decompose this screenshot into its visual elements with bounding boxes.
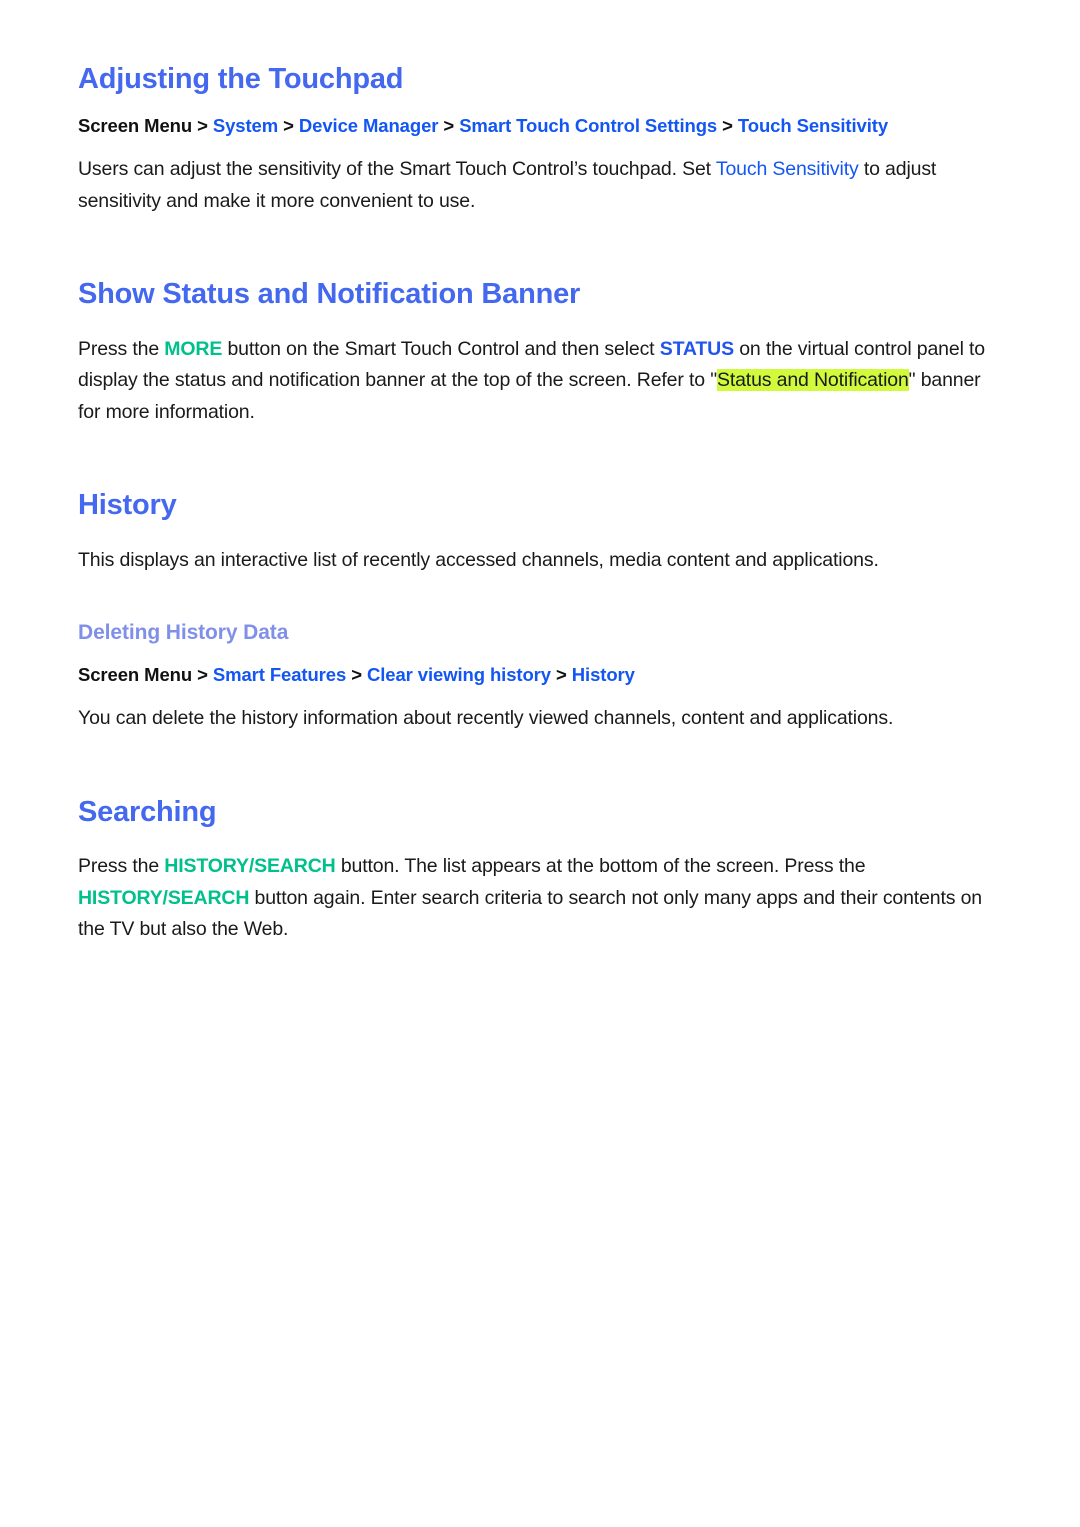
breadcrumb-item-smart-touch-control-settings[interactable]: Smart Touch Control Settings: [459, 115, 717, 136]
paragraph-adjusting-the-touchpad: Users can adjust the sensitivity of the …: [78, 154, 1002, 217]
breadcrumb-clear-viewing-history: Screen Menu > Smart Features > Clear vie…: [78, 663, 1002, 688]
breadcrumb-item-clear-viewing-history[interactable]: Clear viewing history: [367, 664, 551, 685]
key-label-status: STATUS: [659, 337, 734, 360]
breadcrumb-item-touch-sensitivity[interactable]: Touch Sensitivity: [738, 115, 888, 136]
paragraph-history: This displays an interactive list of rec…: [78, 548, 879, 571]
section-heading-history: History: [78, 489, 177, 522]
key-label-history-search: HISTORY/SEARCH: [164, 855, 336, 878]
breadcrumb-separator: >: [351, 664, 362, 686]
paragraph-text-part: Press the: [78, 337, 165, 360]
paragraph-text-part: button on the Smart Touch Control and th…: [222, 337, 660, 360]
highlighted-text-status-and-notification: Status and Notification: [716, 369, 909, 392]
key-label-more: MORE: [164, 337, 223, 360]
breadcrumb-item-smart-features[interactable]: Smart Features: [213, 664, 346, 685]
breadcrumb-separator: >: [197, 115, 208, 137]
breadcrumb-root: Screen Menu: [78, 115, 193, 137]
breadcrumb-root: Screen Menu: [78, 664, 193, 686]
breadcrumb-separator: >: [283, 115, 294, 137]
inline-link-touch-sensitivity[interactable]: Touch Sensitivity: [716, 158, 859, 180]
section-heading-searching: Searching: [78, 795, 217, 828]
section-heading-show-status-and-notification-banner: Show Status and Notification Banner: [78, 278, 581, 311]
paragraph-show-status-and-notification-banner: Press the MORE button on the Smart Touch…: [78, 334, 1002, 429]
breadcrumb-item-history[interactable]: History: [572, 664, 635, 685]
breadcrumb-separator: >: [197, 664, 208, 686]
paragraph-searching: Press the HISTORY/SEARCH button. The lis…: [78, 851, 1002, 946]
subsection-heading-deleting-history-data: Deleting History Data: [78, 621, 289, 645]
paragraph-text-part: button. The list appears at the bottom o…: [335, 855, 866, 878]
paragraph-text-part: Users can adjust the sensitivity of the …: [78, 158, 716, 181]
breadcrumb-item-system[interactable]: System: [213, 115, 278, 136]
section-heading-adjusting-the-touchpad: Adjusting the Touchpad: [78, 63, 404, 95]
breadcrumb-separator: >: [556, 664, 567, 686]
breadcrumb-item-device-manager[interactable]: Device Manager: [299, 115, 439, 136]
paragraph-text-part: Press the: [78, 855, 165, 878]
breadcrumb-separator: >: [722, 115, 733, 137]
document-page: Adjusting the Touchpad Screen Menu > Sys…: [0, 0, 1080, 1527]
paragraph-deleting-history-data: You can delete the history information a…: [78, 707, 894, 730]
key-label-history-search: HISTORY/SEARCH: [78, 886, 250, 909]
breadcrumb-touch-sensitivity: Screen Menu > System > Device Manager > …: [78, 114, 1002, 139]
breadcrumb-separator: >: [443, 115, 455, 137]
